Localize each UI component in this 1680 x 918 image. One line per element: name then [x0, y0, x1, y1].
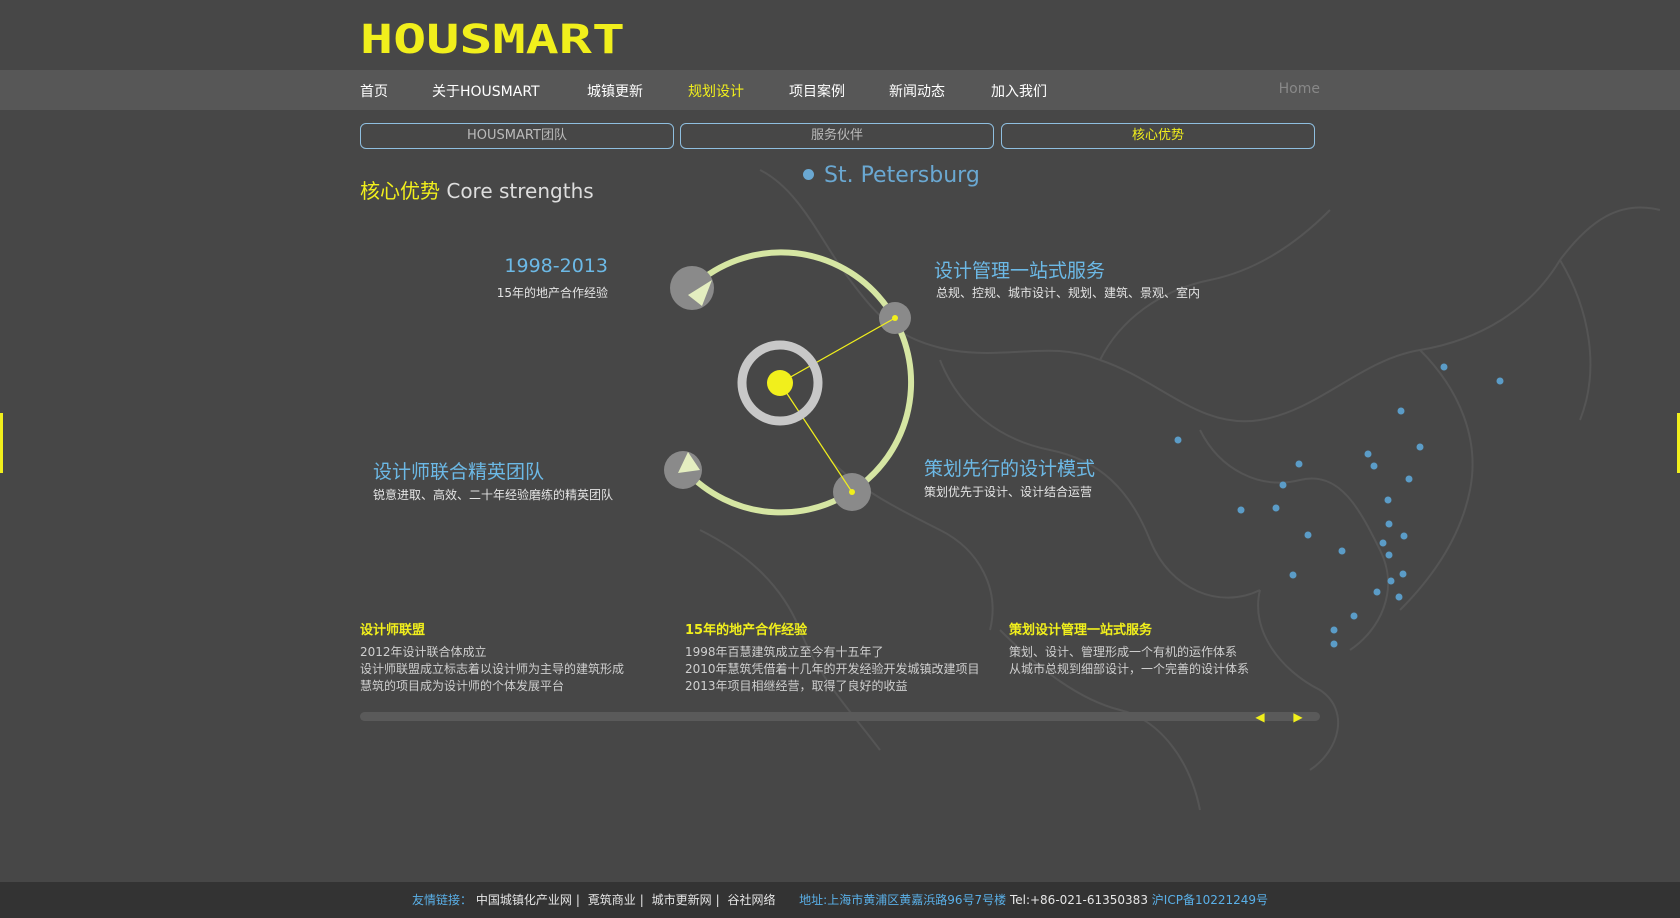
- footer-icp[interactable]: 沪ICP备10221249号: [1152, 893, 1268, 907]
- column-line: 从城市总规到细部设计，一个完善的设计体系: [1009, 662, 1250, 676]
- carousel-scrollbar[interactable]: [360, 712, 1320, 721]
- column-one-stop-service: 策划设计管理一站式服务 策划、设计、管理形成一个有机的运作体系 从城市总规到细部…: [1009, 619, 1249, 678]
- nav-join-us[interactable]: 加入我们: [991, 81, 1047, 101]
- map-city-label: St. Petersburg: [803, 163, 980, 188]
- city-name: St. Petersburg: [824, 163, 980, 188]
- callout-one-stop-subtitle: 总规、控规、城市设计、规划、建筑、景观、室内: [936, 286, 1201, 300]
- callout-team-subtitle: 锐意进取、高效、二十年经验磨练的精英团队: [373, 488, 614, 502]
- nav-planning-design[interactable]: 规划设计: [688, 81, 744, 101]
- carousel-next-arrow-icon[interactable]: ▶: [1288, 710, 1308, 724]
- carousel-prev-arrow-icon[interactable]: ◀: [1250, 710, 1270, 724]
- outer-ring-arc: [682, 249, 915, 516]
- column-title: 策划设计管理一站式服务: [1009, 623, 1153, 638]
- footer-tel: Tel:+86-021-61350383: [1009, 893, 1148, 907]
- footer-link[interactable]: 城市更新网: [652, 893, 712, 907]
- site-footer: 友情链接： 中国城镇化产业网 | 覔筑商业 | 城市更新网 | 谷社网络 地址:上海市…: [0, 882, 1680, 918]
- title-en: Core strengths: [440, 179, 594, 203]
- callout-planning-subtitle: 策划优先于设计、设计结合运营: [924, 485, 1093, 499]
- tab-core-strengths[interactable]: 核心优势: [1001, 123, 1315, 149]
- footer-link[interactable]: 中国城镇化产业网: [476, 893, 572, 907]
- tab-service-partners[interactable]: 服务伙伴: [680, 123, 994, 149]
- breadcrumb-home[interactable]: Home: [1279, 81, 1320, 97]
- nav-news[interactable]: 新闻动态: [889, 81, 945, 101]
- callout-one-stop-title: 设计管理一站式服务: [934, 260, 1106, 282]
- callout-years-title: 1998-2013: [504, 255, 608, 277]
- footer-link[interactable]: 谷社网络: [727, 893, 775, 907]
- column-line: 策划、设计、管理形成一个有机的运作体系: [1009, 645, 1238, 659]
- column-title: 设计师联盟: [360, 623, 426, 638]
- nav-about[interactable]: 关于HOUSMART: [432, 81, 540, 101]
- footer-address: 地址:上海市黄浦区黄嘉浜路96号7号楼: [799, 893, 1007, 907]
- nav-project-cases[interactable]: 项目案例: [789, 81, 845, 101]
- column-line: 2012年设计联合体成立: [360, 645, 487, 659]
- left-side-marker[interactable]: [0, 413, 3, 473]
- column-line: 设计师联盟成立标志着以设计师为主导的建筑形成: [360, 662, 625, 676]
- nav-home[interactable]: 首页: [360, 81, 388, 101]
- column-real-estate-experience: 15年的地产合作经验 1998年百慧建筑成立至今有十五年了 2010年慧筑凭借着…: [685, 619, 980, 695]
- column-line: 2010年慧筑凭借着十几年的开发经验开发城镇改建项目: [685, 662, 980, 676]
- column-title: 15年的地产合作经验: [685, 623, 808, 638]
- housmart-logo[interactable]: HOUSMART: [360, 18, 630, 60]
- city-dot-icon: [803, 169, 814, 180]
- center-dot-icon: [767, 370, 793, 396]
- callout-planning-title: 策划先行的设计模式: [924, 458, 1096, 480]
- nav-urban-renewal[interactable]: 城镇更新: [587, 81, 643, 101]
- footer-links-label: 友情链接：: [411, 893, 472, 907]
- callout-team-title: 设计师联合精英团队: [373, 461, 545, 483]
- title-cn: 核心优势: [360, 179, 440, 203]
- tab-housmart-team[interactable]: HOUSMART团队: [360, 123, 674, 149]
- page-title: 核心优势 Core strengths: [360, 175, 594, 204]
- logo-text: HOUSMART: [360, 18, 625, 60]
- column-designer-alliance: 设计师联盟 2012年设计联合体成立 设计师联盟成立标志着以设计师为主导的建筑形…: [360, 619, 624, 695]
- core-strengths-diagram: [664, 249, 915, 516]
- column-line: 慧筑的项目成为设计师的个体发展平台: [360, 679, 565, 693]
- column-line: 1998年百慧建筑成立至今有十五年了: [685, 645, 884, 659]
- callout-years-subtitle: 15年的地产合作经验: [496, 286, 608, 300]
- column-line: 2013年项目相继经营，取得了良好的收益: [685, 679, 908, 693]
- footer-link[interactable]: 覔筑商业: [588, 893, 636, 907]
